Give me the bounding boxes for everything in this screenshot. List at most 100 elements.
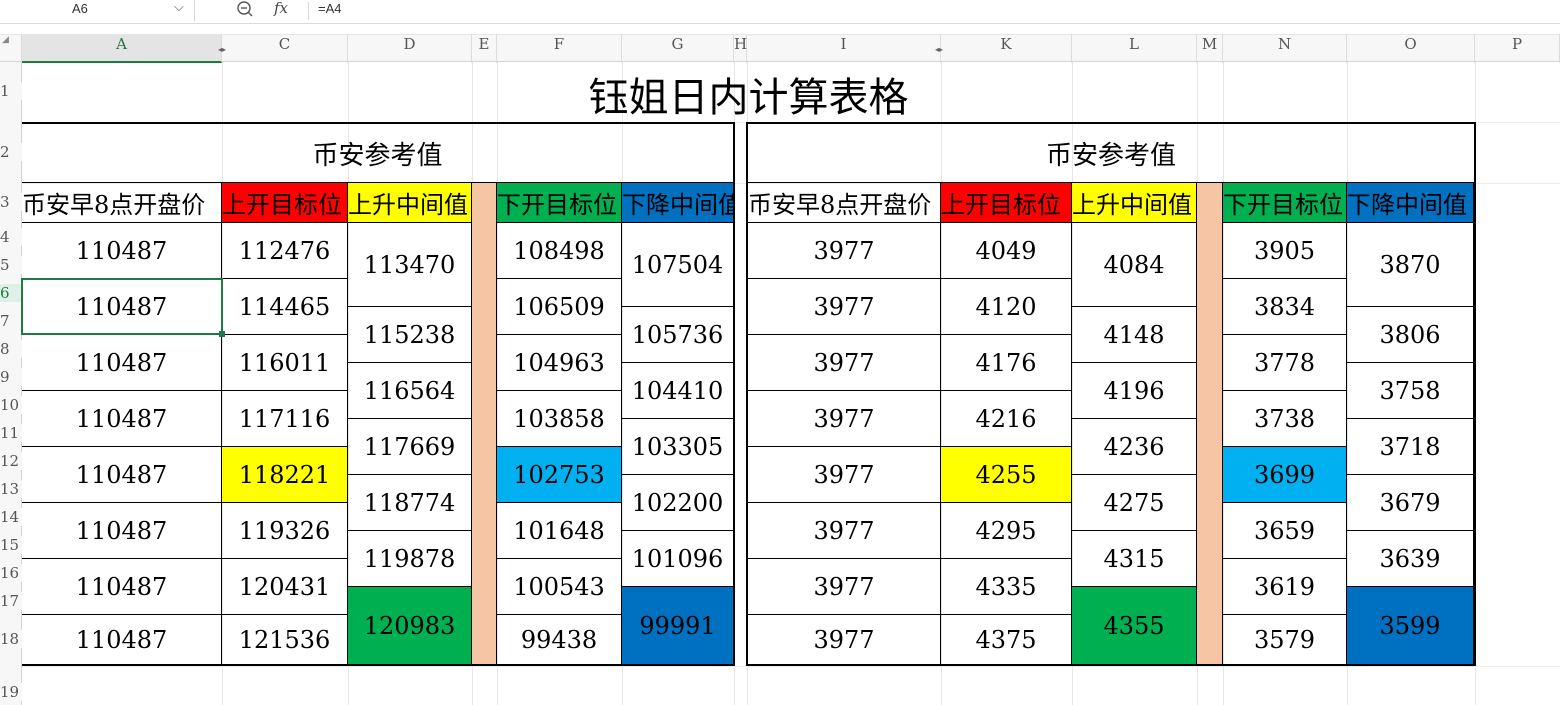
down-target-cell[interactable]: 3834 <box>1223 279 1347 335</box>
open-price-cell[interactable]: 3977 <box>748 503 941 559</box>
down-target-cell[interactable]: 3738 <box>1223 391 1347 447</box>
up-target-cell[interactable]: 116011 <box>222 335 348 391</box>
select-all-corner[interactable]: ◢ <box>0 35 22 63</box>
row-header-19[interactable]: 19 <box>0 683 22 701</box>
row-header-3[interactable]: 3 <box>0 193 22 211</box>
open-price-cell[interactable]: 3977 <box>748 391 941 447</box>
up-mid-cell[interactable]: 4236 <box>1072 419 1197 475</box>
row-header-4[interactable]: 4 <box>0 228 22 246</box>
down-mid-cell[interactable]: 3870 <box>1347 223 1474 307</box>
up-mid-cell[interactable]: 119878 <box>348 531 472 587</box>
chevron-down-icon[interactable]: ⌵ <box>174 0 184 15</box>
column-header-F[interactable]: F <box>497 35 622 63</box>
open-price-cell[interactable]: 110487 <box>22 223 222 279</box>
up-mid-cell[interactable]: 118774 <box>348 475 472 531</box>
open-price-cell[interactable]: 110487 <box>22 615 222 665</box>
open-price-cell[interactable]: 3977 <box>748 559 941 615</box>
column-header-G[interactable]: G <box>622 35 734 63</box>
header-open-price[interactable]: 币安早8点开盘价 <box>748 183 941 223</box>
hidden-column-marker-icon[interactable]: ◂▸ <box>935 45 943 54</box>
right-caption[interactable]: 币安参考值 <box>748 124 1474 183</box>
header-up-mid[interactable]: 上升中间值 <box>348 183 472 223</box>
down-target-cell[interactable]: 103858 <box>497 391 622 447</box>
up-target-cell[interactable]: 4176 <box>941 335 1072 391</box>
header-up-target[interactable]: 上开目标位 <box>941 183 1072 223</box>
row-header-12[interactable]: 12 <box>0 452 22 470</box>
sheet-title[interactable]: 钰姐日内计算表格 <box>22 66 1475 122</box>
down-mid-cell[interactable]: 3599 <box>1347 587 1474 665</box>
up-target-cell[interactable]: 112476 <box>222 223 348 279</box>
down-target-cell[interactable]: 3699 <box>1223 447 1347 503</box>
up-target-cell[interactable]: 4120 <box>941 279 1072 335</box>
column-header-E[interactable]: E <box>472 35 497 63</box>
column-header-K[interactable]: K <box>941 35 1072 63</box>
down-mid-cell[interactable]: 103305 <box>622 419 734 475</box>
down-mid-cell[interactable]: 3806 <box>1347 307 1474 363</box>
down-target-cell[interactable]: 99438 <box>497 615 622 665</box>
up-mid-cell[interactable]: 113470 <box>348 223 472 307</box>
down-target-cell[interactable]: 3579 <box>1223 615 1347 665</box>
up-target-cell[interactable]: 120431 <box>222 559 348 615</box>
fill-handle[interactable] <box>219 331 225 337</box>
up-target-cell[interactable]: 4255 <box>941 447 1072 503</box>
up-target-cell[interactable]: 4216 <box>941 391 1072 447</box>
up-target-cell[interactable]: 119326 <box>222 503 348 559</box>
down-mid-cell[interactable]: 99991 <box>622 587 734 665</box>
function-icon[interactable]: fx <box>274 0 288 17</box>
column-header-N[interactable]: N <box>1223 35 1347 63</box>
column-header-P[interactable]: P <box>1475 35 1560 63</box>
down-target-cell[interactable]: 3778 <box>1223 335 1347 391</box>
open-price-cell[interactable]: 3977 <box>748 447 941 503</box>
row-header-8[interactable]: 8 <box>0 340 22 358</box>
down-target-cell[interactable]: 101648 <box>497 503 622 559</box>
up-mid-cell[interactable]: 120983 <box>348 587 472 665</box>
down-target-cell[interactable]: 3659 <box>1223 503 1347 559</box>
up-target-cell[interactable]: 118221 <box>222 447 348 503</box>
header-up-mid[interactable]: 上升中间值 <box>1072 183 1197 223</box>
up-mid-cell[interactable]: 117669 <box>348 419 472 475</box>
down-mid-cell[interactable]: 107504 <box>622 223 734 307</box>
down-mid-cell[interactable]: 3718 <box>1347 419 1474 475</box>
column-header-C[interactable]: C <box>222 35 348 63</box>
up-mid-cell[interactable]: 4355 <box>1072 587 1197 665</box>
down-target-cell[interactable]: 100543 <box>497 559 622 615</box>
name-box[interactable]: A6 ⌵ <box>0 0 195 22</box>
row-header-13[interactable]: 13 <box>0 480 22 498</box>
open-price-cell[interactable]: 110487 <box>22 503 222 559</box>
up-target-cell[interactable]: 114465 <box>222 279 348 335</box>
row-header-15[interactable]: 15 <box>0 536 22 554</box>
up-mid-cell[interactable]: 4084 <box>1072 223 1197 307</box>
down-target-cell[interactable]: 106509 <box>497 279 622 335</box>
column-header-M[interactable]: M <box>1197 35 1223 63</box>
column-header-I[interactable]: I <box>747 35 941 63</box>
left-caption[interactable]: 币安参考值 <box>22 124 733 183</box>
row-header-2[interactable]: 2 <box>0 143 22 161</box>
open-price-cell[interactable]: 110487 <box>22 391 222 447</box>
column-header-H[interactable]: H <box>734 35 747 63</box>
up-target-cell[interactable]: 4335 <box>941 559 1072 615</box>
open-price-cell[interactable]: 3977 <box>748 615 941 665</box>
open-price-cell[interactable]: 3977 <box>748 223 941 279</box>
down-mid-cell[interactable]: 102200 <box>622 475 734 531</box>
down-mid-cell[interactable]: 105736 <box>622 307 734 363</box>
open-price-cell[interactable]: 110487 <box>22 279 222 335</box>
header-up-target[interactable]: 上开目标位 <box>222 183 348 223</box>
header-down-target[interactable]: 下开目标位 <box>497 183 622 223</box>
down-target-cell[interactable]: 104963 <box>497 335 622 391</box>
row-header-17[interactable]: 17 <box>0 592 22 610</box>
up-target-cell[interactable]: 4375 <box>941 615 1072 665</box>
row-header-5[interactable]: 5 <box>0 256 22 274</box>
open-price-cell[interactable]: 110487 <box>22 335 222 391</box>
down-mid-cell[interactable]: 101096 <box>622 531 734 587</box>
up-target-cell[interactable]: 4295 <box>941 503 1072 559</box>
up-mid-cell[interactable]: 4275 <box>1072 475 1197 531</box>
column-header-A[interactable]: A <box>22 35 222 63</box>
header-down-target[interactable]: 下开目标位 <box>1223 183 1347 223</box>
up-mid-cell[interactable]: 4315 <box>1072 531 1197 587</box>
up-mid-cell[interactable]: 4148 <box>1072 307 1197 363</box>
row-header-11[interactable]: 11 <box>0 424 22 442</box>
down-target-cell[interactable]: 3905 <box>1223 223 1347 279</box>
row-header-7[interactable]: 7 <box>0 312 22 330</box>
up-mid-cell[interactable]: 116564 <box>348 363 472 419</box>
down-target-cell[interactable]: 3619 <box>1223 559 1347 615</box>
